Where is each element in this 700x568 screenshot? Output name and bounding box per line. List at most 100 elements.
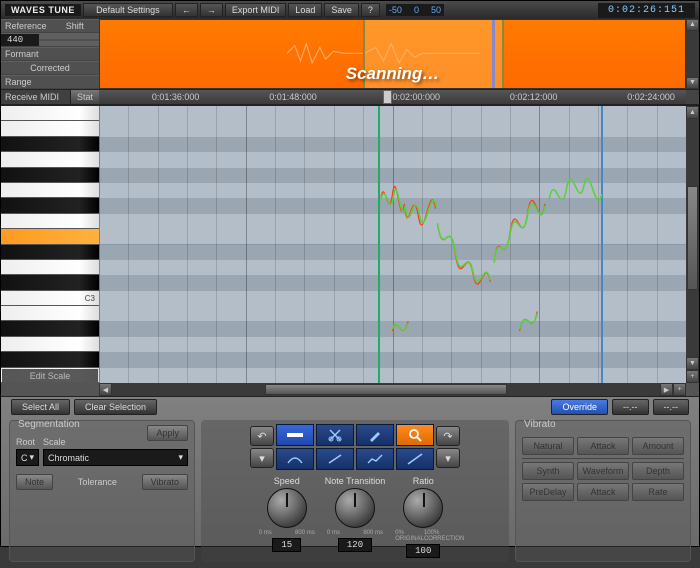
pencil-icon: [368, 428, 382, 442]
vibrato-attack2-button[interactable]: Attack: [577, 483, 629, 501]
save-button[interactable]: Save: [324, 3, 359, 17]
piano-key[interactable]: [1, 337, 99, 352]
scanning-status: Scanning…: [346, 64, 440, 84]
receive-midi-button[interactable]: Receive MIDI: [1, 90, 70, 104]
slope-tool-button[interactable]: [396, 448, 434, 470]
playhead-marker-icon[interactable]: [383, 90, 392, 104]
speed-value[interactable]: 15: [272, 538, 301, 552]
piano-key[interactable]: [1, 198, 99, 213]
vibrato-depth-button[interactable]: Depth: [632, 462, 684, 480]
stat-button[interactable]: Stat: [70, 90, 99, 104]
zoom-tool-button[interactable]: [396, 424, 434, 446]
next-preset-button[interactable]: →: [200, 3, 223, 17]
note-transition-dial[interactable]: [335, 488, 375, 528]
piano-key[interactable]: [1, 152, 99, 167]
help-button[interactable]: ?: [361, 3, 380, 17]
brand-label: WAVES TUNE: [5, 4, 81, 16]
curve-tool-button[interactable]: [276, 448, 314, 470]
tool-grid: [276, 424, 434, 470]
graph-tool-button[interactable]: [356, 448, 394, 470]
vibrato-button[interactable]: Vibrato: [142, 474, 188, 490]
piano-key[interactable]: [1, 214, 99, 229]
redo-button[interactable]: ↷: [436, 426, 460, 446]
grid-vertical-scrollbar[interactable]: ▲ ▼ +: [686, 106, 699, 383]
grid-horizontal-scrollbar[interactable]: ◀ ▶ +: [1, 383, 699, 396]
piano-keyboard[interactable]: C3 Edit Scale: [1, 106, 99, 383]
prev-preset-button[interactable]: ←: [175, 3, 198, 17]
overview-playhead: [492, 20, 495, 88]
scroll-left-icon[interactable]: ◀: [99, 383, 112, 396]
clear-selection-button[interactable]: Clear Selection: [74, 399, 157, 415]
piano-key[interactable]: [1, 275, 99, 290]
piano-key[interactable]: [1, 121, 99, 136]
note-transition-value[interactable]: 120: [338, 538, 372, 552]
override-value-b[interactable]: --.--: [653, 399, 690, 415]
timecode-display: 0:02:26:151: [598, 3, 695, 18]
app-root: WAVES TUNE Default Settings ← → Export M…: [0, 0, 700, 547]
piano-key[interactable]: [1, 183, 99, 198]
cents-meter: -50050: [386, 4, 444, 16]
scroll-down-icon[interactable]: ▼: [686, 77, 699, 89]
time-ruler-row: Receive MIDI Stat 0:01:36:000 0:01:48:00…: [1, 89, 699, 105]
overview-scrollbar[interactable]: ▲ ▼: [686, 19, 699, 89]
scale-dropdown[interactable]: Chromatic▾: [43, 449, 188, 466]
key-label-c3: C3: [85, 294, 95, 303]
piano-key[interactable]: [1, 245, 99, 260]
zoom-in-v-icon[interactable]: +: [686, 370, 699, 383]
vibrato-rate-button[interactable]: Rate: [632, 483, 684, 501]
piano-key[interactable]: [1, 260, 99, 275]
piano-key[interactable]: [1, 106, 99, 121]
scissors-icon: [328, 428, 342, 442]
scroll-down-icon[interactable]: ▼: [686, 357, 699, 370]
apply-button[interactable]: Apply: [147, 425, 188, 441]
select-all-button[interactable]: Select All: [11, 399, 70, 415]
root-dropdown[interactable]: C▾: [16, 449, 39, 466]
export-midi-button[interactable]: Export MIDI: [225, 3, 287, 17]
piano-key[interactable]: [1, 306, 99, 321]
corrected-label: Corrected: [1, 62, 99, 74]
zoom-in-h-icon[interactable]: +: [673, 383, 686, 396]
time-ruler[interactable]: 0:01:36:000 0:01:48:000 0:02:00:000 0:02…: [99, 90, 686, 104]
pitch-grid[interactable]: [99, 106, 686, 383]
piano-key[interactable]: [1, 137, 99, 152]
speed-dial[interactable]: [267, 488, 307, 528]
preset-dropdown[interactable]: Default Settings: [83, 3, 173, 17]
scroll-right-icon[interactable]: ▶: [660, 383, 673, 396]
piano-key[interactable]: [1, 229, 99, 244]
redo-menu-icon[interactable]: ▾: [436, 448, 460, 468]
piano-key[interactable]: [1, 168, 99, 183]
vibrato-synth-button[interactable]: Synth: [522, 462, 574, 480]
scroll-up-icon[interactable]: ▲: [686, 106, 699, 119]
ratio-dial[interactable]: [403, 488, 443, 528]
speed-knob: Speed 0 ms800 ms 15: [259, 476, 315, 558]
edit-scale-button[interactable]: Edit Scale: [2, 369, 98, 382]
undo-menu-icon[interactable]: ▾: [250, 448, 274, 468]
cut-tool-button[interactable]: [316, 424, 354, 446]
reference-label: Reference: [1, 20, 51, 32]
formant-label: Formant: [1, 48, 99, 60]
override-value-a[interactable]: --.--: [612, 399, 649, 415]
undo-button[interactable]: ↶: [250, 426, 274, 446]
piano-key[interactable]: [1, 321, 99, 336]
chevron-down-icon: ▾: [30, 452, 35, 463]
piano-key[interactable]: [1, 352, 99, 367]
vibrato-waveform-button[interactable]: Waveform: [577, 462, 629, 480]
pencil-tool-button[interactable]: [356, 424, 394, 446]
override-button[interactable]: Override: [551, 399, 608, 415]
vibrato-predelay-button[interactable]: PreDelay: [522, 483, 574, 501]
note-button[interactable]: Note: [16, 474, 53, 490]
overview-waveform[interactable]: Scanning…: [99, 19, 686, 89]
note-transition-knob: Note Transition 0 ms800 ms 120: [325, 476, 386, 558]
top-bar: WAVES TUNE Default Settings ← → Export M…: [1, 1, 699, 19]
load-button[interactable]: Load: [288, 3, 322, 17]
reference-value[interactable]: 440: [1, 34, 39, 46]
vibrato-attack-button[interactable]: Attack: [577, 437, 629, 455]
overview-left-panel: ReferenceShift 440 Formant Corrected Ran…: [1, 19, 99, 89]
vibrato-amount-button[interactable]: Amount: [632, 437, 684, 455]
line-tool-button[interactable]: [316, 448, 354, 470]
note-tool-button[interactable]: [276, 424, 314, 446]
ratio-value[interactable]: 100: [406, 544, 440, 558]
vibrato-panel: Vibrato Natural Attack Amount Synth Wave…: [515, 420, 691, 562]
vibrato-natural-button[interactable]: Natural: [522, 437, 574, 455]
scroll-up-icon[interactable]: ▲: [686, 19, 699, 31]
